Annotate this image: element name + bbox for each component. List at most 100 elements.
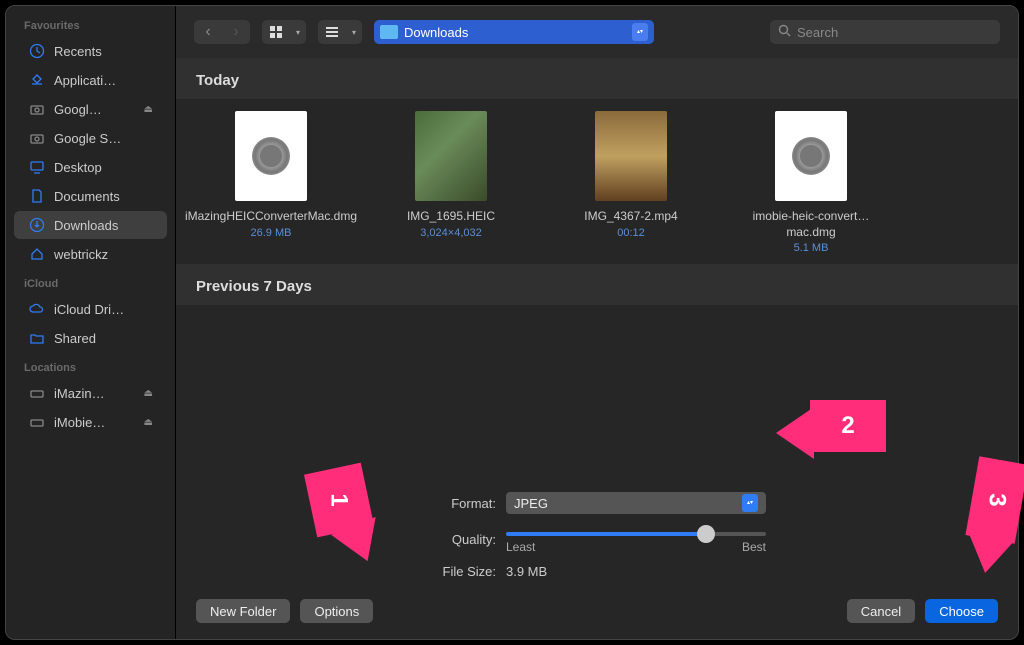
sidebar-item-label: Documents	[54, 189, 120, 204]
sidebar-section-icloud: iCloud	[6, 274, 175, 294]
file-thumbnail-video	[595, 111, 667, 201]
sidebar-item-label: Desktop	[54, 160, 102, 175]
sidebar-section-locations: Locations	[6, 358, 175, 378]
camera-icon	[28, 100, 46, 118]
sidebar-item-applications[interactable]: Applicati…	[14, 66, 167, 94]
group-by-group[interactable]: ▾	[318, 20, 362, 44]
shared-folder-icon	[28, 329, 46, 347]
forward-button[interactable]: ›	[222, 20, 250, 44]
main-panel: ‹ › ▾ ▾ Downloads ▴▾ Search Today	[176, 6, 1018, 639]
sidebar-item-label: Googl…	[54, 102, 102, 117]
sidebar-item-webtrickz[interactable]: webtrickz	[14, 240, 167, 268]
file-name: IMG_4367-2.mp4	[584, 209, 677, 225]
sidebar-item-label: Shared	[54, 331, 96, 346]
format-label: Format:	[196, 496, 496, 511]
sidebar-item-google2[interactable]: Google S…	[14, 124, 167, 152]
chevron-down-icon: ▾	[346, 28, 362, 37]
slider-thumb[interactable]	[697, 525, 715, 543]
sidebar-item-label: iMobie…	[54, 415, 105, 430]
sidebar-item-label: iCloud Dri…	[54, 302, 124, 317]
cloud-icon	[28, 300, 46, 318]
folder-icon	[380, 25, 398, 39]
format-value: JPEG	[514, 496, 548, 511]
file-item[interactable]: iMazingHEICConverterMac.dmg 26.9 MB	[196, 111, 346, 254]
disk-icon	[28, 413, 46, 431]
location-selector[interactable]: Downloads ▴▾	[374, 20, 654, 44]
format-select[interactable]: JPEG ▴▾	[506, 492, 766, 514]
group-header-prev7: Previous 7 Days	[176, 264, 1018, 305]
sidebar-item-desktop[interactable]: Desktop	[14, 153, 167, 181]
save-dialog-window: Favourites Recents Applicati… Googl… ⏏ G…	[5, 5, 1019, 640]
slider-best-label: Best	[742, 540, 766, 554]
search-placeholder: Search	[797, 25, 838, 40]
file-item[interactable]: IMG_4367-2.mp4 00:12	[556, 111, 706, 254]
sidebar-item-label: Applicati…	[54, 73, 116, 88]
toolbar: ‹ › ▾ ▾ Downloads ▴▾ Search	[176, 6, 1018, 58]
applications-icon	[28, 71, 46, 89]
file-meta: 26.9 MB	[251, 227, 292, 239]
options-button[interactable]: Options	[300, 599, 373, 623]
desktop-icon	[28, 158, 46, 176]
document-icon	[28, 187, 46, 205]
quality-slider[interactable]	[506, 532, 766, 536]
view-icons-group[interactable]: ▾	[262, 20, 306, 44]
file-browser-content: Today iMazingHEICConverterMac.dmg 26.9 M…	[176, 58, 1018, 482]
filesize-label: File Size:	[196, 564, 496, 579]
file-meta: 00:12	[617, 227, 645, 239]
list-group-icon	[318, 20, 346, 44]
sidebar-item-shared[interactable]: Shared	[14, 324, 167, 352]
group-header-today: Today	[176, 58, 1018, 99]
home-icon	[28, 245, 46, 263]
download-icon	[28, 216, 46, 234]
file-thumbnail-dmg	[235, 111, 307, 201]
quality-label: Quality:	[196, 532, 496, 547]
clock-icon	[28, 42, 46, 60]
sidebar-item-label: Downloads	[54, 218, 118, 233]
eject-icon[interactable]: ⏏	[144, 104, 153, 115]
updown-chevron-icon: ▴▾	[742, 494, 758, 512]
sidebar-item-label: webtrickz	[54, 247, 108, 262]
icon-view-icon	[262, 20, 290, 44]
cancel-button[interactable]: Cancel	[847, 599, 915, 623]
sidebar-item-imobie[interactable]: iMobie… ⏏	[14, 408, 167, 436]
dialog-button-row: New Folder Options Cancel Choose	[196, 599, 998, 623]
camera-icon	[28, 129, 46, 147]
file-grid-today: iMazingHEICConverterMac.dmg 26.9 MB IMG_…	[176, 111, 1018, 264]
back-button[interactable]: ‹	[194, 20, 222, 44]
sidebar: Favourites Recents Applicati… Googl… ⏏ G…	[6, 6, 176, 639]
file-name: iMazingHEICConverterMac.dmg	[185, 209, 357, 225]
disk-icon	[28, 384, 46, 402]
filesize-value: 3.9 MB	[506, 564, 547, 579]
new-folder-button[interactable]: New Folder	[196, 599, 290, 623]
file-thumbnail-image	[415, 111, 487, 201]
choose-button[interactable]: Choose	[925, 599, 998, 623]
options-panel: Format: JPEG ▴▾ Quality: Least Best	[176, 482, 1018, 639]
file-item[interactable]: imobie-heic-convert…mac.dmg 5.1 MB	[736, 111, 886, 254]
sidebar-item-label: Google S…	[54, 131, 121, 146]
sidebar-item-label: Recents	[54, 44, 102, 59]
location-label: Downloads	[404, 25, 468, 40]
sidebar-section-favourites: Favourites	[6, 16, 175, 36]
file-item[interactable]: IMG_1695.HEIC 3,024×4,032	[376, 111, 526, 254]
search-input[interactable]: Search	[770, 20, 1000, 44]
file-thumbnail-dmg	[775, 111, 847, 201]
search-icon	[778, 24, 791, 40]
sidebar-item-imazin[interactable]: iMazin… ⏏	[14, 379, 167, 407]
sidebar-item-icloud-drive[interactable]: iCloud Dri…	[14, 295, 167, 323]
sidebar-item-label: iMazin…	[54, 386, 105, 401]
slider-labels: Least Best	[506, 540, 766, 554]
slider-least-label: Least	[506, 540, 535, 554]
updown-chevron-icon: ▴▾	[632, 23, 648, 41]
file-meta: 5.1 MB	[794, 242, 829, 254]
sidebar-item-downloads[interactable]: Downloads	[14, 211, 167, 239]
eject-icon[interactable]: ⏏	[144, 417, 153, 428]
eject-icon[interactable]: ⏏	[144, 388, 153, 399]
file-name: IMG_1695.HEIC	[407, 209, 495, 225]
chevron-down-icon: ▾	[290, 28, 306, 37]
nav-group: ‹ ›	[194, 20, 250, 44]
sidebar-item-google1[interactable]: Googl… ⏏	[14, 95, 167, 123]
file-meta: 3,024×4,032	[420, 227, 481, 239]
file-name: imobie-heic-convert…mac.dmg	[736, 209, 886, 240]
sidebar-item-documents[interactable]: Documents	[14, 182, 167, 210]
sidebar-item-recents[interactable]: Recents	[14, 37, 167, 65]
